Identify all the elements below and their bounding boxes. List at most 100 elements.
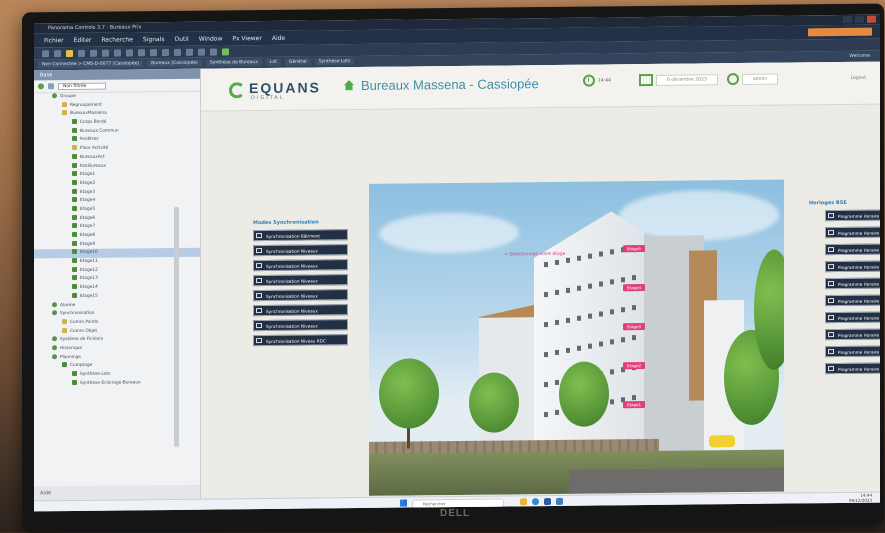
menu-item[interactable]: Outil [174, 35, 188, 42]
programme-horaire-button[interactable]: Programme Horaire 08 [825, 328, 880, 341]
programme-horaire-button[interactable]: Programme Horaire 07 [825, 311, 880, 324]
building-window [544, 322, 548, 328]
programme-horaire-button[interactable]: Programme Horaire 06 [825, 294, 880, 307]
undo-icon[interactable] [162, 48, 169, 56]
tree-node-label: Etage6 [80, 215, 96, 221]
tree-node-label: Comptage [70, 363, 93, 369]
synchronisation-button[interactable]: Synchronisation Niveaux [253, 259, 348, 272]
store-icon[interactable] [556, 497, 563, 505]
tree-scrollbar[interactable] [174, 206, 179, 447]
save-icon[interactable] [78, 49, 85, 57]
menu-item[interactable]: Recherche [101, 36, 133, 43]
breadcrumb-item[interactable]: Synthèse de Bureaux [205, 59, 262, 67]
menu-item[interactable]: Fichier [44, 37, 64, 44]
building-window [566, 287, 570, 293]
programme-horaire-button[interactable]: Programme Horaire 09 [825, 345, 880, 358]
close-icon[interactable] [867, 15, 876, 23]
tree-node-label: Regroupement [70, 102, 102, 108]
menu-item[interactable]: Signals [143, 36, 165, 43]
windows-start-icon[interactable] [400, 499, 407, 507]
breadcrumb-item[interactable]: Général [284, 58, 311, 66]
home-toolbar-icon[interactable] [102, 49, 109, 57]
tree-node-icon [72, 258, 77, 264]
programme-horaire-button[interactable]: Programme Horaire 05 [825, 277, 880, 290]
building-window [621, 277, 625, 283]
tree-filter-icon[interactable] [48, 83, 54, 90]
tree-node-label: Etage11 [80, 258, 98, 265]
programme-horaire-button[interactable]: Programme Horaire 03 [825, 243, 880, 256]
floor-tag[interactable]: Etage5 [623, 245, 646, 253]
menu-search-box[interactable] [808, 27, 872, 37]
programme-horaire-button[interactable]: Programme Horaire 04 [825, 260, 880, 273]
menu-item[interactable]: Aide [272, 34, 285, 41]
tree-node-icon [72, 240, 77, 246]
browser-icon[interactable] [532, 498, 539, 506]
floor-tag[interactable]: Etage1 [623, 401, 646, 409]
floor-tag[interactable]: Etage3 [623, 323, 646, 331]
paste-icon[interactable] [126, 48, 133, 56]
tree-node-icon [72, 179, 77, 185]
tree-node-label: Bureaux Commun [80, 128, 119, 134]
synchronisation-button[interactable]: Synchronisation Niveaux [253, 289, 348, 302]
synchronisation-button[interactable]: Synchronisation Niveaux [253, 244, 348, 257]
copy-icon[interactable] [114, 49, 121, 57]
synchronisation-button[interactable]: Synchronisation Niveaux [253, 274, 348, 287]
grid-icon[interactable] [138, 48, 145, 56]
synchronisation-button[interactable]: Synchronisation Niveau RDC [253, 334, 348, 347]
breadcrumb-item[interactable]: Bureaux (Cassiopée) [147, 59, 202, 68]
breadcrumb-item[interactable]: Lot [265, 58, 281, 67]
tree-node-label: Groupe [60, 93, 76, 100]
tree-node-icon [72, 223, 77, 229]
building-window [555, 319, 559, 325]
programme-horaire-button[interactable]: Programme Horaire 01 [825, 209, 880, 222]
folder-icon[interactable] [66, 49, 73, 57]
logout-button[interactable]: Logout [851, 76, 866, 81]
breadcrumb-item[interactable]: Non Connectee > CMS-D-0077 (Cassiopée) [38, 60, 144, 69]
building-window [632, 395, 636, 401]
tree-node-label: Floor Activité [80, 145, 109, 152]
building-window [577, 285, 581, 291]
tree-node-label: RdcBureaux [80, 163, 106, 169]
menu-item[interactable]: Editer [74, 36, 92, 43]
tree-node-label: Etage1 [80, 171, 96, 178]
tree-node-icon [72, 119, 77, 125]
floor-tag[interactable]: Etage2 [623, 362, 646, 370]
programme-horaire-button[interactable]: Programme Horaire 02 [825, 226, 880, 239]
tree-node-icon [52, 345, 57, 351]
file-explorer-icon[interactable] [520, 498, 527, 506]
menu-item[interactable]: Px Viewer [232, 35, 261, 42]
user-icon [727, 73, 739, 86]
building-window [610, 279, 614, 285]
breadcrumb-item[interactable]: Synthèse Lots [314, 58, 355, 66]
edit-icon[interactable] [210, 48, 217, 56]
redo-icon[interactable] [174, 48, 181, 56]
synchronisation-button[interactable]: Synchronisation Niveaux [253, 319, 348, 332]
tree-node-icon [72, 292, 77, 298]
app-icon[interactable] [544, 498, 551, 506]
minimize-icon[interactable] [843, 15, 852, 23]
synchronisation-button[interactable]: Synchronisation Bâtiment [253, 229, 348, 242]
back-icon[interactable] [42, 49, 49, 57]
menu-item[interactable]: Window [199, 35, 223, 42]
building-window [599, 311, 603, 317]
tree-node-icon [52, 353, 57, 359]
maximize-icon[interactable] [855, 15, 864, 23]
refresh-icon[interactable] [90, 49, 97, 57]
floor-tag[interactable]: Etage4 [623, 284, 646, 292]
programme-horaire-button[interactable]: Programme Horaire 10 [825, 362, 880, 375]
calendar-icon [639, 73, 653, 87]
building-window [599, 281, 603, 287]
list-icon[interactable] [150, 48, 157, 56]
tree-node-icon [52, 301, 57, 307]
building-window [544, 382, 548, 388]
delete-icon[interactable] [198, 48, 205, 56]
building-window [588, 253, 592, 259]
forward-icon[interactable] [54, 49, 61, 57]
apply-icon[interactable] [222, 47, 229, 55]
cut-icon[interactable] [186, 48, 193, 56]
building-window [544, 412, 548, 418]
synchronisation-button[interactable]: Synchronisation Niveaux [253, 304, 348, 317]
tree-refresh-icon[interactable] [38, 83, 44, 90]
tree-filter-select[interactable]: Non filtrée [58, 82, 106, 90]
home-icon[interactable] [343, 79, 355, 91]
